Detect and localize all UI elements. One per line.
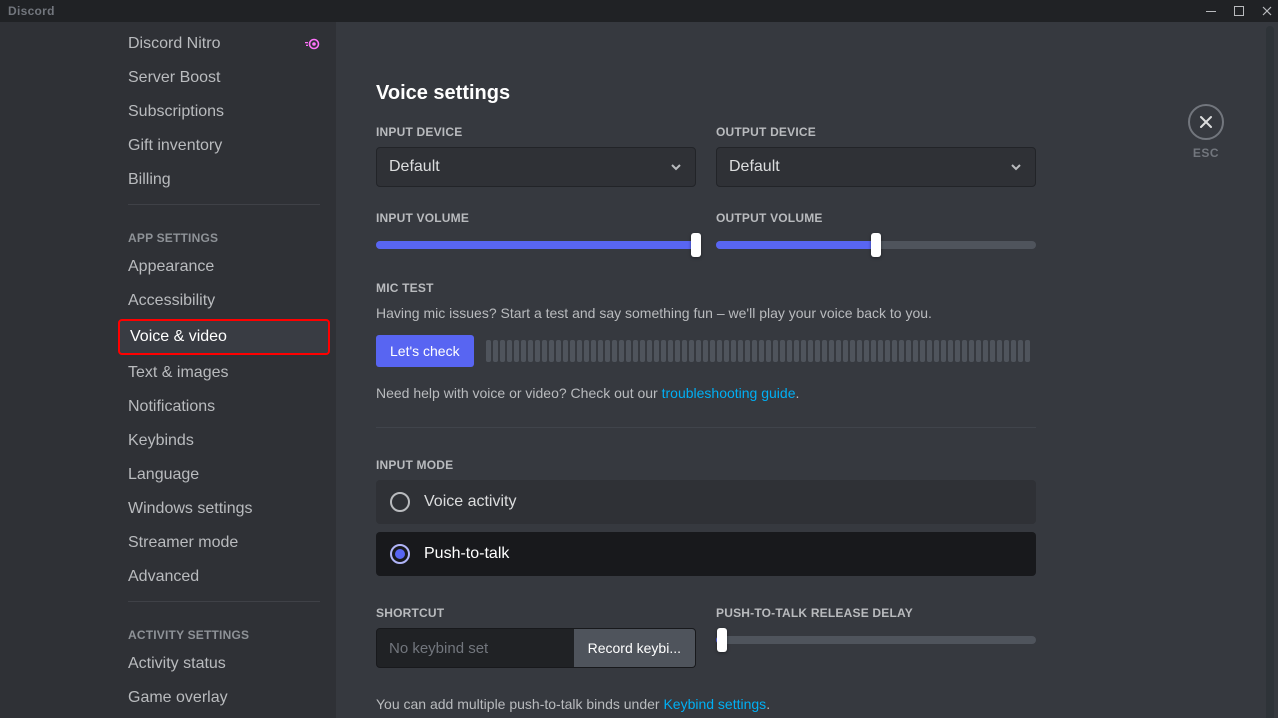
ptt-delay-slider[interactable] [716,628,1036,652]
input-device-select[interactable]: Default [376,147,696,187]
settings-sidebar: Discord Nitro Server Boost Subscriptions… [0,22,336,718]
sidebar-header-activity: Activity Settings [118,610,330,648]
sidebar-item-label: Streamer mode [128,533,238,553]
sidebar-separator [128,204,320,205]
output-device-value: Default [729,158,780,176]
sidebar-item-notifications[interactable]: Notifications [118,391,330,423]
sidebar-item-label: Subscriptions [128,102,224,122]
help-text: Need help with voice or video? Check out… [376,383,1036,403]
troubleshooting-link[interactable]: troubleshooting guide [662,385,796,401]
output-device-select[interactable]: Default [716,147,1036,187]
sidebar-header-app: App Settings [118,213,330,251]
shortcut-input[interactable]: No keybind set [377,629,574,667]
sidebar-item-label: Keybinds [128,431,194,451]
scrollbar[interactable] [1266,26,1274,718]
sidebar-item-activity-status[interactable]: Activity status [118,648,330,680]
nitro-icon [304,36,320,52]
sidebar-item-gift-inventory[interactable]: Gift inventory [118,130,330,162]
chevron-down-icon [1009,160,1023,174]
maximize-icon[interactable] [1232,4,1246,18]
sidebar-item-windows-settings[interactable]: Windows settings [118,493,330,525]
shortcut-recorder: No keybind set Record keybi... [376,628,696,668]
sidebar-item-label: Language [128,465,199,485]
input-mode-push-to-talk[interactable]: Push-to-talk [376,532,1036,576]
sidebar-item-voice-video[interactable]: Voice & video [118,319,330,355]
sidebar-item-label: Text & images [128,363,228,383]
keybind-note: You can add multiple push-to-talk binds … [376,696,1036,712]
sidebar-item-label: Billing [128,170,171,190]
sidebar-item-label: Activity status [128,654,226,674]
sidebar-item-accessibility[interactable]: Accessibility [118,285,330,317]
page-title: Voice settings [376,82,1036,105]
output-volume-slider[interactable] [716,233,1036,257]
sidebar-item-label: Discord Nitro [128,34,220,54]
slider-thumb[interactable] [871,233,881,257]
radio-icon [390,492,410,512]
lets-check-button[interactable]: Let's check [376,335,474,367]
mic-test-label: Mic Test [376,281,1036,295]
sidebar-item-billing[interactable]: Billing [118,164,330,196]
title-bar: Discord [0,0,1278,22]
sidebar-item-label: Notifications [128,397,215,417]
input-volume-slider[interactable] [376,233,696,257]
sidebar-item-label: Voice & video [130,327,227,347]
sidebar-item-streamer-mode[interactable]: Streamer mode [118,527,330,559]
ptt-delay-label: Push-to-talk Release Delay [716,606,1036,620]
close-window-icon[interactable] [1260,4,1274,18]
keybind-settings-link[interactable]: Keybind settings [663,696,766,712]
slider-thumb[interactable] [717,628,727,652]
sidebar-item-keybinds[interactable]: Keybinds [118,425,330,457]
input-volume-label: Input Volume [376,211,696,225]
sidebar-item-nitro[interactable]: Discord Nitro [118,28,330,60]
mic-level-meter [486,340,1036,362]
radio-label: Push-to-talk [424,545,509,563]
chevron-down-icon [669,160,683,174]
input-device-value: Default [389,158,440,176]
sidebar-item-label: Windows settings [128,499,253,519]
sidebar-item-language[interactable]: Language [118,459,330,491]
input-mode-label: Input Mode [376,458,1036,472]
mic-test-description: Having mic issues? Start a test and say … [376,303,1036,323]
sidebar-item-label: Advanced [128,567,199,587]
divider [376,427,1036,428]
sidebar-item-text-images[interactable]: Text & images [118,357,330,389]
sidebar-item-subscriptions[interactable]: Subscriptions [118,96,330,128]
radio-icon [390,544,410,564]
close-icon [1188,104,1224,140]
sidebar-item-server-boost[interactable]: Server Boost [118,62,330,94]
sidebar-item-label: Game overlay [128,688,228,708]
app-name: Discord [8,4,55,18]
slider-thumb[interactable] [691,233,701,257]
output-volume-label: Output Volume [716,211,1036,225]
window-controls [1204,0,1274,22]
sidebar-item-advanced[interactable]: Advanced [118,561,330,593]
sidebar-item-label: Server Boost [128,68,220,88]
sidebar-separator [128,601,320,602]
input-mode-voice-activity[interactable]: Voice activity [376,480,1036,524]
output-device-label: Output Device [716,125,1036,139]
sidebar-item-label: Accessibility [128,291,215,311]
settings-content: ESC Voice settings Input Device Default … [336,22,1278,718]
sidebar-item-label: Appearance [128,257,214,277]
input-device-label: Input Device [376,125,696,139]
record-keybind-button[interactable]: Record keybi... [574,629,695,667]
sidebar-item-appearance[interactable]: Appearance [118,251,330,283]
close-settings-button[interactable]: ESC [1188,104,1224,160]
minimize-icon[interactable] [1204,4,1218,18]
radio-label: Voice activity [424,493,516,511]
shortcut-label: Shortcut [376,606,696,620]
sidebar-item-label: Gift inventory [128,136,222,156]
sidebar-item-game-overlay[interactable]: Game overlay [118,682,330,714]
esc-label: ESC [1193,146,1219,160]
